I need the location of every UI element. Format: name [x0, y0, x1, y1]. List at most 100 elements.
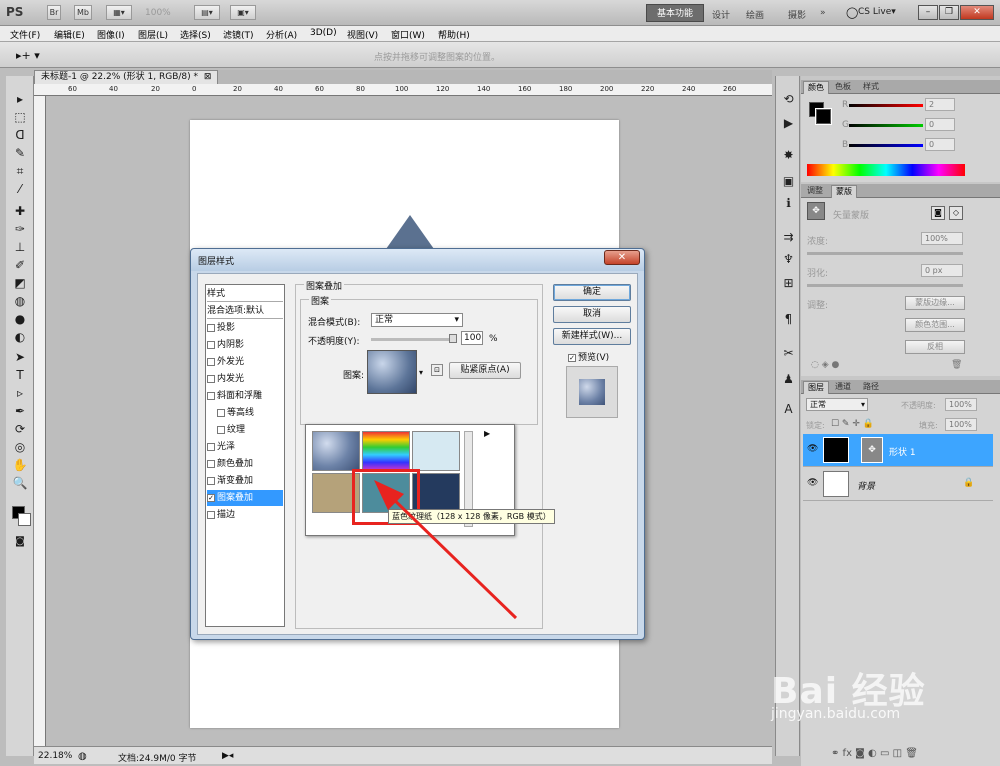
pattern-picker[interactable] [367, 350, 417, 394]
eye-icon[interactable]: 👁 [807, 444, 818, 454]
clone-stamp-icon[interactable]: ⊥ [9, 240, 31, 255]
mask-edge-button[interactable]: 蒙版边缘... [905, 296, 965, 310]
direct-select-icon[interactable]: ▹ [9, 386, 31, 401]
workspace-more-chevron[interactable]: » [820, 8, 826, 18]
zoom-tool-icon[interactable]: 🔍 [9, 476, 31, 491]
tool-presets-icon[interactable]: ⊞ [780, 276, 797, 291]
color-range-button[interactable]: 颜色范围... [905, 318, 965, 332]
checkbox[interactable] [217, 425, 225, 434]
tab-color[interactable]: 颜色 [803, 81, 829, 94]
lock-icons[interactable]: ☐ ✎ ✛ 🔒 [831, 419, 874, 429]
menu-analysis[interactable]: 分析(A) [266, 28, 297, 41]
checkbox[interactable] [207, 459, 215, 468]
close-tab-icon[interactable]: ⊠ [204, 72, 212, 82]
blend-mode-select[interactable]: 正常 ▾ [371, 313, 463, 327]
opacity-slider[interactable] [371, 338, 453, 341]
snap-to-origin-button[interactable]: 贴紧原点(A) [449, 362, 521, 379]
status-menu-arrow-icon[interactable]: ▶◂ [222, 751, 233, 761]
style-item-drop-shadow[interactable]: 投影 [207, 320, 283, 336]
move-tool-preset-icon[interactable]: ▸+ ▾ [16, 49, 40, 62]
quick-select-tool-icon[interactable]: ✎ [9, 146, 31, 161]
checkbox[interactable] [207, 510, 215, 519]
minimize-button[interactable]: – [918, 5, 938, 20]
menu-filter[interactable]: 滤镜(T) [223, 28, 254, 41]
style-item-inner-glow[interactable]: 内发光 [207, 371, 283, 387]
layer-row-shape1[interactable]: 👁 ✥ 形状 1 [803, 434, 993, 467]
preview-checkbox-row[interactable]: ✓ 预览(V) [568, 350, 609, 363]
info-panel-icon[interactable]: ℹ [780, 196, 797, 211]
dodge-tool-icon[interactable]: ◐ [9, 330, 31, 345]
view-extras-button[interactable]: ▦▾ [106, 5, 132, 20]
menu-3d[interactable]: 3D(D) [310, 28, 337, 38]
eye-icon[interactable]: 👁 [807, 478, 818, 488]
workspace-essentials[interactable]: 基本功能 [646, 4, 704, 22]
style-item-bevel-emboss[interactable]: 斜面和浮雕 [207, 388, 283, 404]
menu-select[interactable]: 选择(S) [180, 28, 211, 41]
workspace-design[interactable]: 设计 [712, 8, 730, 21]
checkbox[interactable] [207, 323, 215, 332]
styles-header[interactable]: 样式 [207, 286, 283, 302]
invert-button[interactable]: 反相 [905, 340, 965, 354]
brush-tool-icon[interactable]: ✑ [9, 222, 31, 237]
pixel-mask-button[interactable]: ◙ [931, 206, 945, 220]
tab-layers[interactable]: 图层 [803, 381, 829, 394]
style-item-gradient-overlay[interactable]: 渐变叠加 [207, 473, 283, 489]
pattern-swatch-bubbles[interactable] [312, 431, 360, 471]
color-spectrum-ramp[interactable] [807, 164, 965, 176]
style-item-stroke[interactable]: 描边 [207, 507, 283, 523]
screen-mode-button[interactable]: ▣▾ [230, 5, 256, 20]
background-color-swatch[interactable] [18, 513, 31, 526]
layer-name[interactable]: 形状 1 [889, 445, 916, 458]
vector-mask-thumbnail[interactable]: ✥ [861, 437, 883, 463]
checkbox[interactable] [207, 476, 215, 485]
status-info-icon[interactable]: ◍ [78, 751, 87, 762]
style-item-texture[interactable]: 纹理 [207, 422, 283, 438]
preview-checkbox[interactable]: ✓ [568, 353, 576, 362]
opacity-input[interactable]: 100 [461, 331, 483, 345]
style-item-inner-shadow[interactable]: 内阴影 [207, 337, 283, 353]
mini-bridge-button[interactable]: Mb [74, 5, 92, 20]
menu-edit[interactable]: 编辑(E) [54, 28, 85, 41]
actions-panel-icon[interactable]: ▶ [780, 116, 797, 131]
checkbox[interactable] [217, 408, 225, 417]
cs-live-menu[interactable]: CS Live▾ [858, 7, 896, 17]
zoom-percentage[interactable]: 22.18% [38, 751, 72, 761]
popup-menu-arrow-icon[interactable]: ▶ [484, 429, 490, 438]
dialog-close-button[interactable]: ✕ [604, 250, 640, 265]
mask-footer-icons[interactable]: ◌ ◈ ● [811, 360, 839, 370]
path-select-icon[interactable]: ➤ [9, 350, 31, 365]
layer-opacity-input[interactable]: 100% [945, 398, 977, 411]
blur-tool-icon[interactable]: ● [9, 312, 31, 327]
layer-row-background[interactable]: 👁 背景 🔒 [803, 468, 993, 501]
hand-tool-icon[interactable]: ✋ [9, 458, 31, 473]
background-color-box[interactable] [815, 108, 832, 125]
new-style-button[interactable]: 新建样式(W)... [553, 328, 631, 345]
menu-help[interactable]: 帮助(H) [438, 28, 470, 41]
3d-panel-icon[interactable]: ✂ [780, 346, 797, 361]
new-preset-icon[interactable]: ⊡ [431, 364, 443, 376]
document-tab[interactable]: 未标题-1 @ 22.2% (形状 1, RGB/8) * ⊠ [34, 70, 219, 84]
bridge-button[interactable]: Br [47, 5, 61, 20]
feather-input[interactable]: 0 px [921, 264, 963, 277]
layer-name[interactable]: 背景 [857, 479, 875, 492]
tab-channels[interactable]: 通道 [831, 381, 855, 394]
restore-button[interactable]: ❐ [939, 5, 959, 20]
paragraph-panel-icon[interactable]: ¶ [780, 312, 797, 327]
tab-paths[interactable]: 路径 [859, 381, 883, 394]
history-panel-icon[interactable]: ⟲ [780, 92, 797, 107]
marquee-tool-icon[interactable]: ⬚ [9, 110, 31, 125]
checkbox[interactable] [207, 442, 215, 451]
delete-mask-icon[interactable]: 🗑 [951, 360, 962, 370]
checkbox[interactable] [207, 391, 215, 400]
feather-slider[interactable] [807, 284, 963, 287]
3d-orbit-icon[interactable]: ◎ [9, 440, 31, 455]
animation-panel-icon[interactable]: ♟ [780, 372, 797, 387]
red-slider[interactable] [849, 104, 923, 107]
opacity-slider-thumb[interactable] [449, 334, 457, 343]
tab-styles[interactable]: 样式 [859, 81, 883, 94]
lasso-tool-icon[interactable]: ᗡ [9, 128, 31, 143]
ok-button[interactable]: 确定 [553, 284, 631, 301]
pattern-swatch-pale-blue[interactable] [412, 431, 460, 471]
density-input[interactable]: 100% [921, 232, 963, 245]
eraser-tool-icon[interactable]: ◩ [9, 276, 31, 291]
